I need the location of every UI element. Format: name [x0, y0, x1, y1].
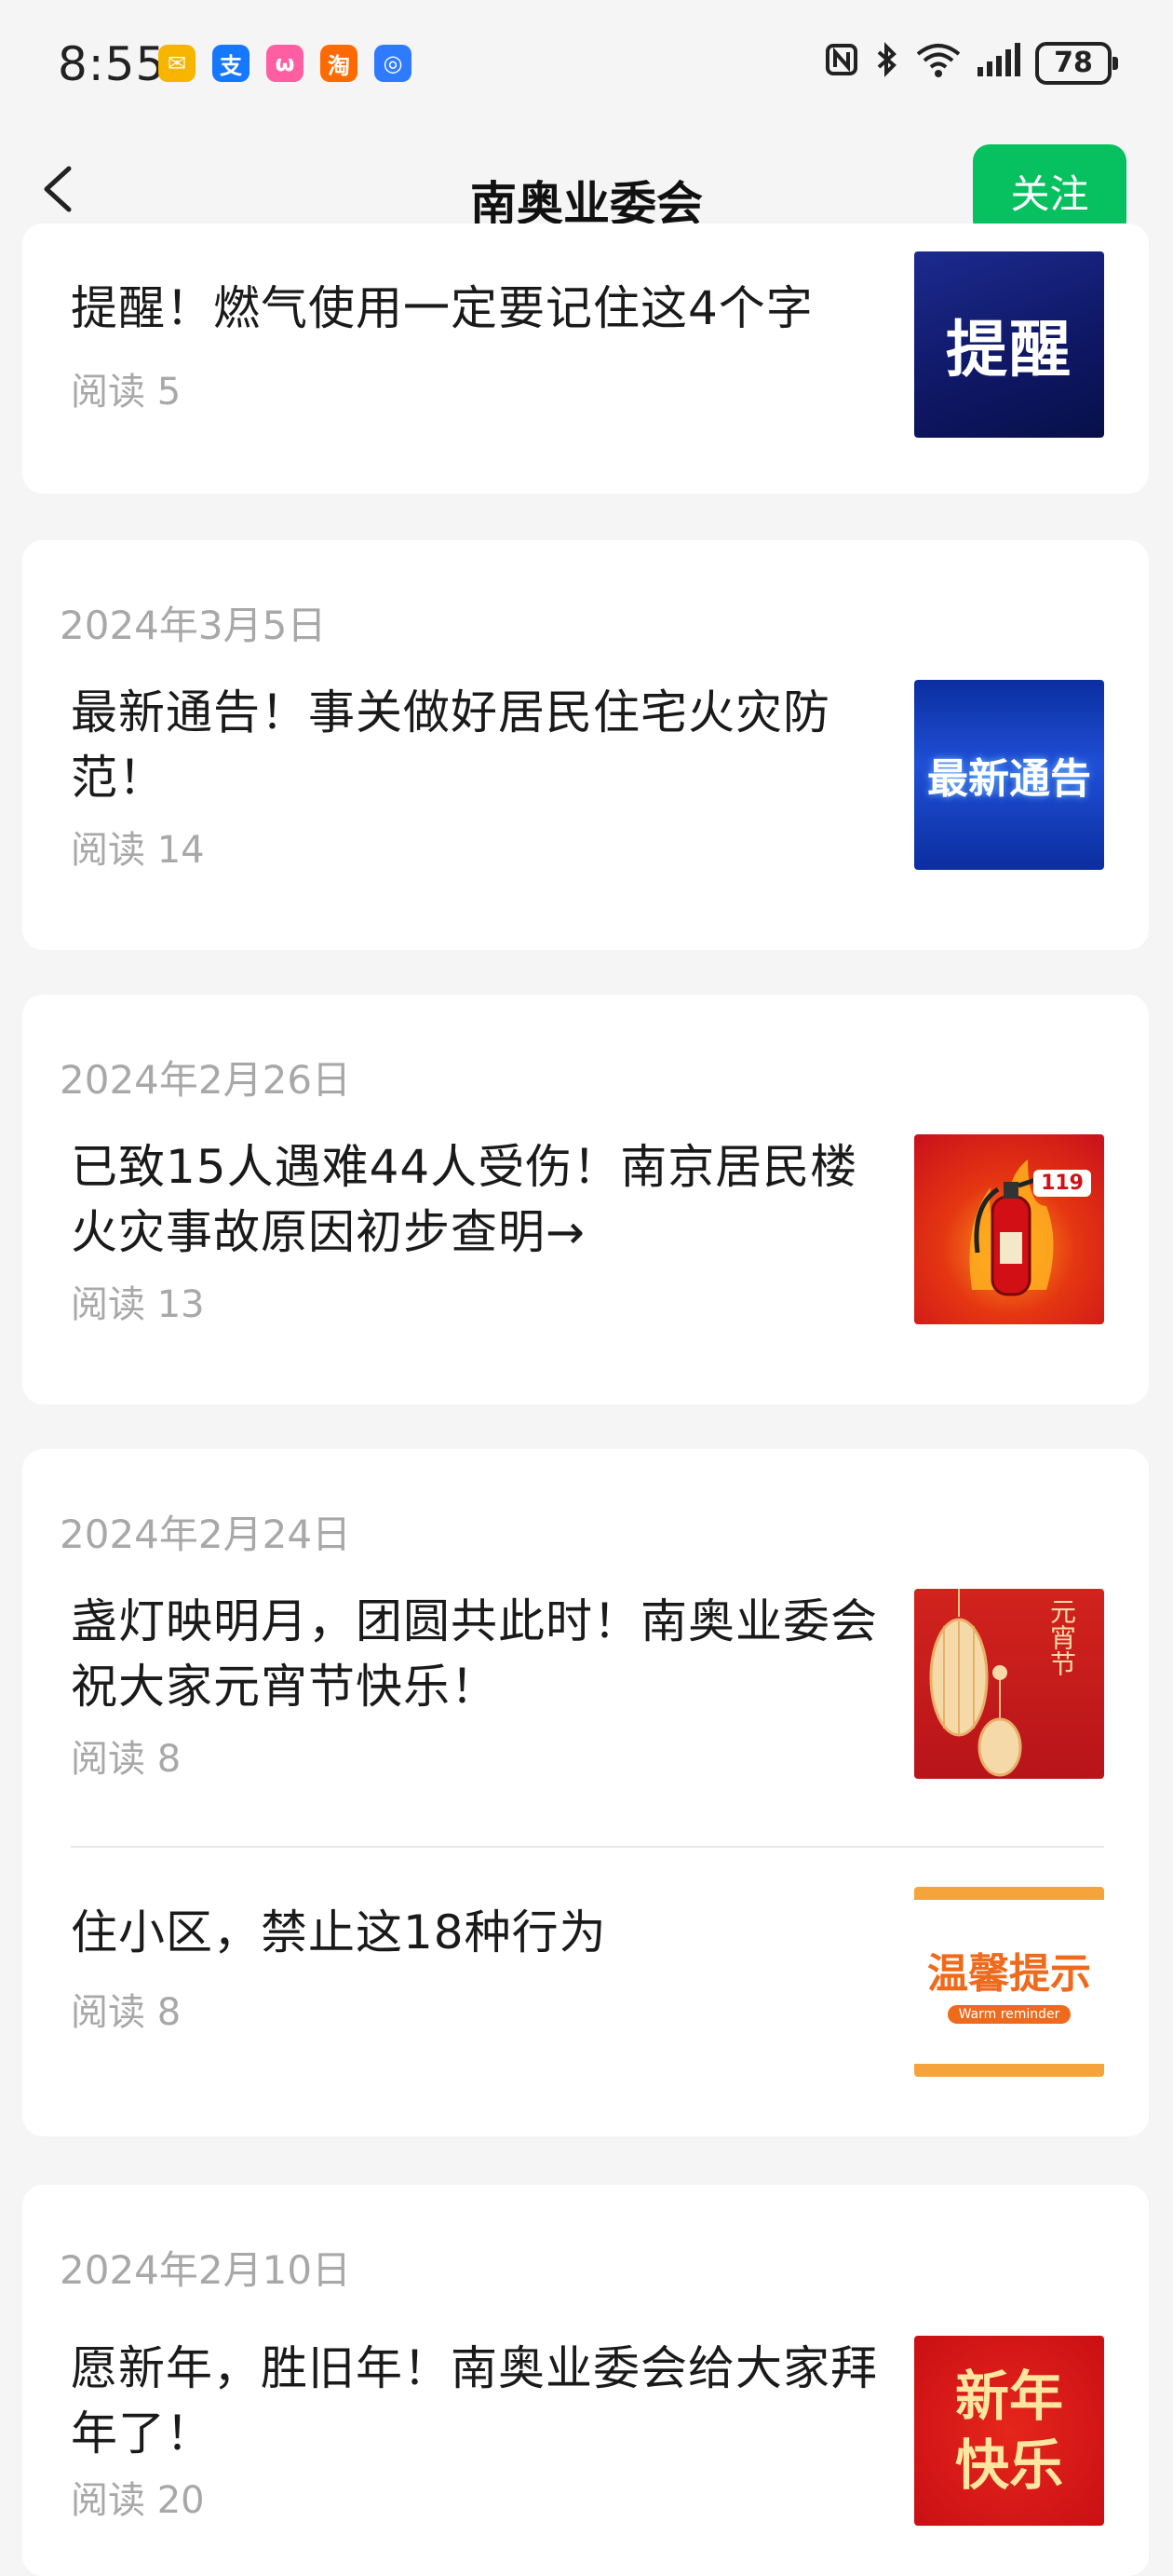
article-thumbnail: 温馨提示 Warm reminder	[914, 1887, 1104, 2077]
nfc-icon	[823, 41, 860, 85]
signal-icon	[976, 41, 1022, 85]
thumbnail-subtext: Warm reminder	[947, 2005, 1072, 2024]
article-read-count: 阅读 8	[71, 1991, 182, 2034]
publish-date: 2024年2月26日	[60, 1057, 352, 1103]
divider	[71, 1846, 1104, 1848]
article-read-count: 阅读 20	[71, 2479, 205, 2522]
article-thumbnail: 最新通告	[914, 680, 1104, 870]
ai-app-icon: ω	[266, 45, 303, 82]
article-item[interactable]: 愿新年，胜旧年！南奥业委会给大家拜年了！ 阅读 20 新年快乐	[22, 2336, 1149, 2569]
article-item[interactable]: 最新通告！事关做好居民住宅火灾防范！ 阅读 14 最新通告	[22, 680, 1149, 913]
taobao-icon: 淘	[320, 45, 357, 82]
thumbnail-text: 元宵节	[1046, 1598, 1077, 1676]
notification-icons: ✉ 支 ω 淘 ◎	[158, 45, 411, 82]
system-indicators: 78	[823, 41, 1118, 85]
article-title: 盏灯映明月，团圆共此时！南奥业委会祝大家元宵节快乐！	[71, 1594, 878, 1714]
article-thumbnail: 元宵节	[914, 1589, 1104, 1779]
emergency-number-badge: 119	[1033, 1170, 1091, 1197]
article-item[interactable]: 住小区，禁止这18种行为 阅读 8 温馨提示 Warm reminder	[22, 1887, 1149, 2090]
article-item[interactable]: 盏灯映明月，团圆共此时！南奥业委会祝大家元宵节快乐！ 阅读 8 元宵节	[22, 1589, 1149, 1822]
thumbnail-text: 提醒	[946, 314, 1072, 386]
publish-date: 2024年2月10日	[60, 2247, 352, 2293]
article-title: 住小区，禁止这18种行为	[71, 1905, 607, 1959]
article-card: 2024年2月10日 愿新年，胜旧年！南奥业委会给大家拜年了！ 阅读 20 新年…	[22, 2185, 1149, 2576]
publish-date: 2024年3月5日	[60, 603, 327, 648]
article-title: 已致15人遇难44人受伤！南京居民楼火灾事故原因初步查明→	[71, 1140, 858, 1259]
thumbnail-text: 新年快乐	[954, 2365, 1063, 2497]
status-time: 8:55	[58, 37, 167, 91]
battery-indicator: 78	[1035, 41, 1118, 85]
browser-icon: ◎	[374, 45, 411, 82]
article-card: 2024年3月5日 最新通告！事关做好居民住宅火灾防范！ 阅读 14 最新通告	[22, 540, 1149, 950]
publish-date: 2024年2月24日	[60, 1512, 352, 1557]
article-read-count: 阅读 13	[71, 1283, 205, 1326]
article-thumbnail: 119	[914, 1134, 1104, 1324]
article-title: 最新通告！事关做好居民住宅火灾防范！	[71, 685, 830, 805]
status-bar: 8:55 ✉ 支 ω 淘 ◎ 78	[0, 0, 1173, 135]
article-card: 2024年2月24日 盏灯映明月，团圆共此时！南奥业委会祝大家元宵节快乐！ 阅读…	[22, 1449, 1149, 2136]
alipay-icon: 支	[212, 45, 249, 82]
article-thumbnail: 提醒	[914, 251, 1104, 438]
wifi-icon	[914, 41, 963, 85]
article-read-count: 阅读 14	[71, 829, 205, 872]
bluetooth-icon	[873, 41, 901, 85]
article-title: 提醒！燃气使用一定要记住这4个字	[71, 281, 814, 335]
article-card: 提醒！燃气使用一定要记住这4个字 阅读 5 提醒	[22, 224, 1149, 494]
thumbnail-text: 温馨提示	[927, 1950, 1091, 1998]
article-thumbnail: 新年快乐	[914, 2336, 1104, 2526]
article-card: 2024年2月26日 已致15人遇难44人受伤！南京居民楼火灾事故原因初步查明→…	[22, 995, 1149, 1404]
article-item[interactable]: 已致15人遇难44人受伤！南京居民楼火灾事故原因初步查明→ 阅读 13 119	[22, 1134, 1149, 1367]
article-read-count: 阅读 5	[71, 371, 182, 414]
article-item[interactable]: 提醒！燃气使用一定要记住这4个字 阅读 5 提醒	[22, 224, 1149, 466]
article-title: 愿新年，胜旧年！南奥业委会给大家拜年了！	[71, 2341, 878, 2461]
thumbnail-text: 最新通告	[927, 755, 1091, 803]
article-read-count: 阅读 8	[71, 1738, 182, 1781]
mail-app-icon: ✉	[158, 45, 196, 82]
